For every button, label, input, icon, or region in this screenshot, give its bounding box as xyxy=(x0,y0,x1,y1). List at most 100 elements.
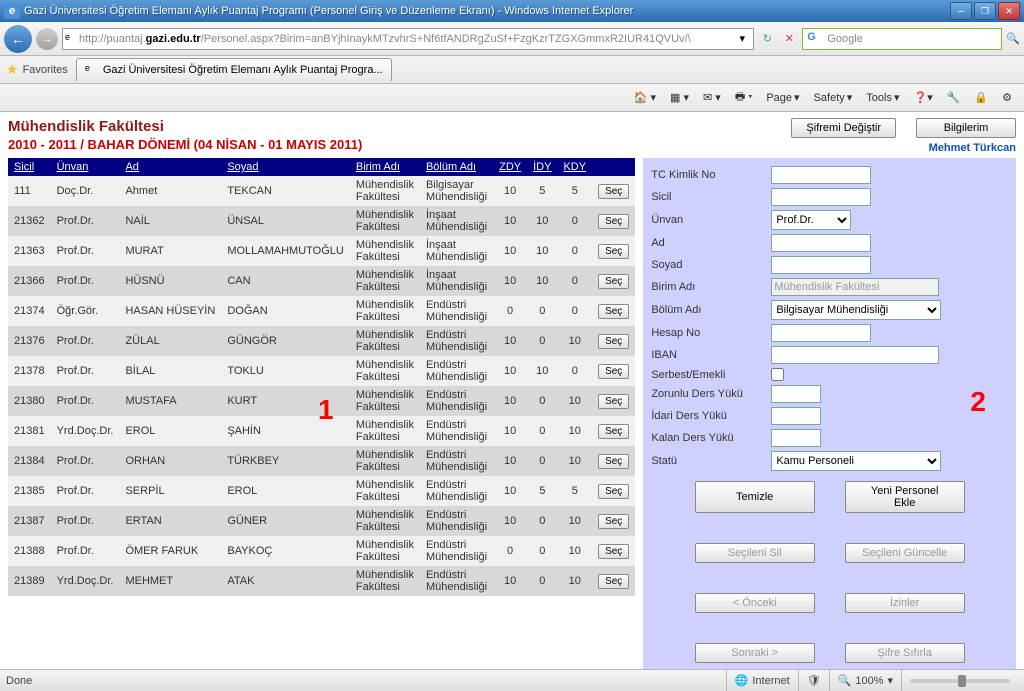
select-row-button[interactable]: Seç xyxy=(598,304,629,319)
search-placeholder: Google xyxy=(827,33,862,45)
permissions-button[interactable]: İzinler xyxy=(845,593,965,613)
input-hesap[interactable] xyxy=(771,324,871,342)
table-cell: 10 xyxy=(557,416,592,446)
column-header[interactable]: Ünvan xyxy=(51,158,120,176)
select-row-button[interactable]: Seç xyxy=(598,574,629,589)
ext3-icon[interactable]: ⚙ xyxy=(996,89,1018,106)
input-sicil[interactable] xyxy=(771,188,871,206)
table-cell: HASAN HÜSEYİN xyxy=(119,296,221,326)
clear-button[interactable]: Temizle xyxy=(695,481,815,513)
table-cell: 10 xyxy=(527,236,557,266)
forward-button[interactable]: → xyxy=(36,28,58,50)
table-cell: MühendislikFakültesi xyxy=(350,446,420,476)
table-cell: 21385 xyxy=(8,476,51,506)
input-soyad[interactable] xyxy=(771,256,871,274)
column-header[interactable]: Soyad xyxy=(221,158,350,176)
table-cell: ERTAN xyxy=(119,506,221,536)
zoom-level[interactable]: 🔍 100% ▾ xyxy=(829,670,901,691)
column-header[interactable]: Sicil xyxy=(8,158,51,176)
input-iban[interactable] xyxy=(771,346,939,364)
select-row-button[interactable]: Seç xyxy=(598,454,629,469)
input-zdy[interactable] xyxy=(771,385,821,403)
column-header[interactable]: İDY xyxy=(527,158,557,176)
select-unvan[interactable]: Prof.Dr. xyxy=(771,210,851,230)
next-button[interactable]: Sonraki > xyxy=(695,643,815,663)
search-box[interactable]: G Google xyxy=(802,28,1002,50)
table-row: 21366Prof.Dr.HÜSNÜCANMühendislikFakültes… xyxy=(8,266,635,296)
table-cell: EndüstriMühendisliği xyxy=(420,476,493,506)
minimize-button[interactable]: ─ xyxy=(950,2,972,20)
dropdown-icon[interactable]: ▾ xyxy=(733,30,751,48)
table-row: 21374Öğr.Gör.HASAN HÜSEYİNDOĞANMühendisl… xyxy=(8,296,635,326)
reset-password-button[interactable]: Şifre Sıfırla xyxy=(845,643,965,663)
input-kdy[interactable] xyxy=(771,429,821,447)
table-row: 21378Prof.Dr.BİLALTOKLUMühendislikFakült… xyxy=(8,356,635,386)
my-info-button[interactable]: Bilgilerim xyxy=(916,118,1016,138)
select-row-button[interactable]: Seç xyxy=(598,514,629,529)
table-cell: 5 xyxy=(527,476,557,506)
column-header[interactable]: Bölüm Adı xyxy=(420,158,493,176)
browser-tab[interactable]: e Gazi Üniversitesi Öğretim Elemanı Aylı… xyxy=(76,58,392,81)
safety-menu[interactable]: Safety ▾ xyxy=(808,89,859,106)
maximize-button[interactable]: ❐ xyxy=(974,2,996,20)
update-selected-button[interactable]: Seçileni Güncelle xyxy=(845,543,965,563)
ext1-icon[interactable]: 🔧 xyxy=(941,89,967,106)
table-row: 21389Yrd.Doç.Dr.MEHMETATAKMühendislikFak… xyxy=(8,566,635,596)
feeds-icon[interactable]: ▦ ▾ xyxy=(664,89,695,106)
column-header[interactable]: Birim Adı xyxy=(350,158,420,176)
select-row-button[interactable]: Seç xyxy=(598,334,629,349)
select-bolum[interactable]: Bilgisayar Mühendisliği xyxy=(771,300,941,320)
select-row-button[interactable]: Seç xyxy=(598,214,629,229)
column-header[interactable]: KDY xyxy=(557,158,592,176)
table-cell: EndüstriMühendisliği xyxy=(420,356,493,386)
table-cell: Prof.Dr. xyxy=(51,356,120,386)
input-idy[interactable] xyxy=(771,407,821,425)
table-cell: EndüstriMühendisliği xyxy=(420,566,493,596)
close-button[interactable]: ✕ xyxy=(998,2,1020,20)
label-hesap: Hesap No xyxy=(651,327,771,339)
mail-icon[interactable]: ✉ ▾ xyxy=(697,89,727,106)
checkbox-serbest[interactable] xyxy=(771,368,784,381)
table-cell: EndüstriMühendisliği xyxy=(420,326,493,356)
zoom-slider[interactable] xyxy=(901,670,1018,691)
table-cell: ZÜLAL xyxy=(119,326,221,356)
select-statu[interactable]: Kamu Personeli xyxy=(771,451,941,471)
column-header[interactable]: ZDY xyxy=(493,158,527,176)
table-cell: GÜNER xyxy=(221,506,350,536)
tools-menu[interactable]: Tools ▾ xyxy=(860,89,905,106)
new-personnel-button[interactable]: Yeni Personel Ekle xyxy=(845,481,965,513)
print-icon[interactable]: 🖶 ▾ xyxy=(729,86,759,109)
search-go-icon[interactable]: 🔍 xyxy=(1006,32,1020,45)
stop-icon[interactable]: ✕ xyxy=(780,30,798,48)
table-cell: 0 xyxy=(557,296,592,326)
input-ad[interactable] xyxy=(771,234,871,252)
refresh-icon[interactable]: ↻ xyxy=(758,30,776,48)
table-cell: 21363 xyxy=(8,236,51,266)
select-row-button[interactable]: Seç xyxy=(598,364,629,379)
select-row-button[interactable]: Seç xyxy=(598,544,629,559)
select-row-button[interactable]: Seç xyxy=(598,424,629,439)
protected-mode-icon[interactable]: 🛡 xyxy=(798,670,829,691)
column-header[interactable]: Ad xyxy=(119,158,221,176)
help-icon[interactable]: ❓▾ xyxy=(908,89,939,106)
change-password-button[interactable]: Şifremi Değiştir xyxy=(791,118,896,138)
url-text: http://puantaj.gazi.edu.tr/Personel.aspx… xyxy=(79,33,733,45)
select-row-button[interactable]: Seç xyxy=(598,274,629,289)
table-cell: MühendislikFakültesi xyxy=(350,266,420,296)
home-icon[interactable]: 🏠 ▾ xyxy=(628,89,662,106)
favorites-label[interactable]: ★Favorites xyxy=(6,61,68,78)
table-cell: DOĞAN xyxy=(221,296,350,326)
delete-selected-button[interactable]: Seçileni Sil xyxy=(695,543,815,563)
address-bar[interactable]: e http://puantaj.gazi.edu.tr/Personel.as… xyxy=(62,28,754,50)
previous-button[interactable]: < Önceki xyxy=(695,593,815,613)
select-row-button[interactable]: Seç xyxy=(598,394,629,409)
page-menu[interactable]: Page ▾ xyxy=(760,89,805,106)
select-row-button[interactable]: Seç xyxy=(598,244,629,259)
select-row-button[interactable]: Seç xyxy=(598,484,629,499)
input-tc[interactable] xyxy=(771,166,871,184)
column-header[interactable] xyxy=(592,158,635,176)
ext2-icon[interactable]: 🔒 xyxy=(968,89,994,106)
table-cell: TÜRKBEY xyxy=(221,446,350,476)
back-button[interactable]: ← xyxy=(4,25,32,53)
select-row-button[interactable]: Seç xyxy=(598,184,629,199)
